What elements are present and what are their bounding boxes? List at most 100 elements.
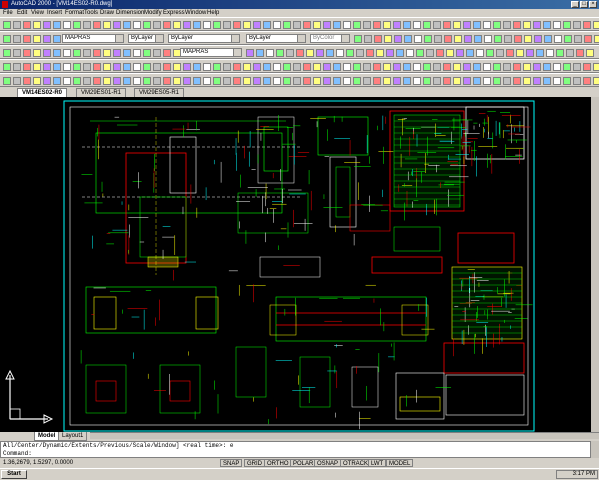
toolbar-button[interactable] [413, 77, 421, 85]
toolbar-button[interactable] [43, 63, 51, 71]
toolbar-button[interactable] [453, 77, 461, 85]
toolbar-button[interactable] [453, 63, 461, 71]
toolbar-button[interactable] [363, 77, 371, 85]
toolbar-button[interactable] [453, 21, 461, 29]
toolbar-button[interactable] [43, 21, 51, 29]
toolbar-button[interactable] [73, 21, 81, 29]
model-button[interactable]: MODEL [386, 459, 414, 467]
toolbar-button[interactable] [436, 49, 444, 57]
toolbar-button[interactable] [133, 49, 141, 57]
toolbar-button[interactable] [316, 49, 324, 57]
toolbar-button[interactable] [323, 21, 331, 29]
toolbar-button[interactable] [456, 49, 464, 57]
toolbar-button[interactable] [364, 35, 372, 43]
toolbar-button[interactable] [303, 21, 311, 29]
toolbar-button[interactable] [523, 63, 531, 71]
toolbar-button[interactable] [253, 21, 261, 29]
toolbar-button[interactable] [133, 77, 141, 85]
toolbar-button[interactable] [523, 77, 531, 85]
toolbar-button[interactable] [133, 63, 141, 71]
toolbar-button[interactable] [183, 21, 191, 29]
toolbar-button[interactable] [183, 63, 191, 71]
toolbar-button[interactable] [113, 77, 121, 85]
toolbar-button[interactable] [353, 77, 361, 85]
toolbar-button[interactable] [403, 77, 411, 85]
toolbar-button[interactable] [73, 77, 81, 85]
toolbar-button[interactable] [283, 63, 291, 71]
toolbar-button[interactable] [454, 35, 462, 43]
toolbar-button[interactable] [93, 63, 101, 71]
toolbar-button[interactable] [223, 63, 231, 71]
toolbar-button[interactable] [446, 49, 454, 57]
toolbar-button[interactable] [13, 49, 21, 57]
toolbar-button[interactable] [213, 63, 221, 71]
toolbar-button[interactable] [153, 77, 161, 85]
toolbar-button[interactable] [573, 63, 581, 71]
toolbar-button[interactable] [343, 63, 351, 71]
toolbar-button[interactable] [233, 63, 241, 71]
toolbar-button[interactable] [426, 49, 434, 57]
toolbar-button[interactable] [564, 35, 572, 43]
toolbar-button[interactable] [53, 35, 61, 43]
toolbar-button[interactable] [583, 77, 591, 85]
toolbar-button[interactable] [473, 63, 481, 71]
toolbar-button[interactable] [514, 35, 522, 43]
toolbar-button[interactable] [103, 49, 111, 57]
toolbar-button[interactable] [173, 21, 181, 29]
toolbar-button[interactable] [163, 49, 171, 57]
toolbar-button[interactable] [386, 49, 394, 57]
toolbar-button[interactable] [414, 35, 422, 43]
toolbar-button[interactable] [103, 77, 111, 85]
toolbar-button[interactable] [203, 77, 211, 85]
toolbar-button[interactable] [363, 63, 371, 71]
toolbar-button[interactable] [504, 35, 512, 43]
toolbar-button[interactable] [113, 21, 121, 29]
toolbar-button[interactable] [233, 21, 241, 29]
toolbar-button[interactable] [593, 77, 599, 85]
toolbar-button[interactable] [243, 63, 251, 71]
toolbar-button[interactable] [383, 77, 391, 85]
toolbar-button[interactable] [584, 35, 592, 43]
toolbar-button[interactable] [403, 21, 411, 29]
toolbar-button[interactable] [93, 77, 101, 85]
toolbar-button[interactable] [513, 21, 521, 29]
toolbar-button[interactable] [376, 49, 384, 57]
toolbar-button[interactable] [433, 63, 441, 71]
toolbar-button[interactable] [404, 35, 412, 43]
start-button[interactable]: Start [1, 470, 27, 479]
toolbar-button[interactable] [396, 49, 404, 57]
toolbar-button[interactable] [323, 63, 331, 71]
toolbar-button[interactable] [266, 49, 274, 57]
toolbar-button[interactable] [83, 77, 91, 85]
menu-insert[interactable]: Insert [47, 9, 62, 17]
menu-format[interactable]: Format [65, 9, 84, 17]
toolbar-button[interactable] [153, 63, 161, 71]
toolbar-button[interactable] [263, 21, 271, 29]
toolbar-button[interactable] [203, 63, 211, 71]
toolbar-button[interactable] [163, 21, 171, 29]
toolbar-button[interactable] [33, 77, 41, 85]
toolbar-button[interactable] [543, 21, 551, 29]
toolbar-button[interactable] [13, 77, 21, 85]
toolbar-button[interactable] [133, 21, 141, 29]
toolbar-button[interactable] [103, 21, 111, 29]
toolbar-button[interactable] [313, 63, 321, 71]
autocad-app-icon[interactable] [2, 1, 8, 8]
toolbar-button[interactable] [283, 21, 291, 29]
toolbar-button[interactable] [43, 35, 51, 43]
menu-draw[interactable]: Draw [100, 9, 114, 17]
menu-window[interactable]: Window [185, 9, 206, 17]
toolbar-button[interactable] [483, 21, 491, 29]
tab-vm14es02[interactable]: VM14ES02-R0 [17, 88, 68, 97]
toolbar-button[interactable] [416, 49, 424, 57]
toolbar-button[interactable] [346, 49, 354, 57]
toolbar-button[interactable] [423, 63, 431, 71]
toolbar-button[interactable] [123, 77, 131, 85]
toolbar-button[interactable] [534, 35, 542, 43]
toolbar-button[interactable] [343, 21, 351, 29]
toolbar-button[interactable] [143, 77, 151, 85]
toolbar-button[interactable] [594, 35, 599, 43]
toolbar-button[interactable] [443, 77, 451, 85]
toolbar-button[interactable] [493, 63, 501, 71]
menu-express[interactable]: Express [163, 9, 185, 17]
